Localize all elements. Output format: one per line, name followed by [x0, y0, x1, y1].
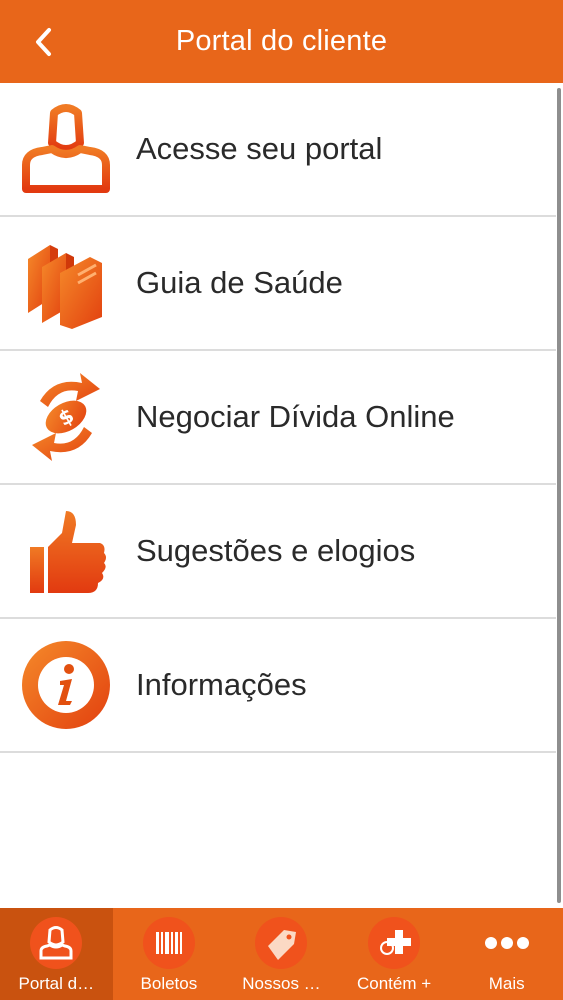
menu-item-label: Negociar Dívida Online: [136, 399, 455, 434]
menu-item-label: Informações: [136, 667, 307, 702]
barcode-icon: [142, 916, 196, 970]
tab-boletos[interactable]: Boletos: [113, 908, 226, 1000]
more-dots-icon: [480, 916, 534, 970]
menu-list: Acesse seu portal Guia de Saúde $ Negoci…: [0, 83, 556, 753]
tab-portal[interactable]: Portal d…: [0, 908, 113, 1000]
tab-contem[interactable]: Contém +: [338, 908, 451, 1000]
chevron-left-icon: [36, 28, 51, 56]
menu-item-portal[interactable]: Acesse seu portal: [0, 83, 556, 217]
menu-item-information[interactable]: Informações: [0, 619, 556, 753]
user-icon: [29, 916, 83, 970]
tab-bar: Portal d… Boletos Nossos … Contém + Mais: [0, 908, 563, 1000]
tab-label: Contém +: [356, 974, 432, 993]
back-button[interactable]: [26, 22, 62, 62]
menu-item-suggestions[interactable]: Sugestões e elogios: [0, 485, 556, 619]
scrollbar[interactable]: [557, 88, 561, 903]
books-icon: [16, 233, 116, 333]
plus-icon: [367, 916, 421, 970]
info-icon: [16, 635, 116, 735]
tab-label: Mais: [488, 974, 525, 993]
menu-item-health-guide[interactable]: Guia de Saúde: [0, 217, 556, 351]
thumbs-up-icon: [16, 501, 116, 601]
header-bar: Portal do cliente: [0, 0, 563, 83]
tab-nossos[interactable]: Nossos …: [225, 908, 338, 1000]
tab-label: Boletos: [140, 974, 198, 993]
menu-item-label: Sugestões e elogios: [136, 533, 416, 568]
menu-item-label: Acesse seu portal: [136, 131, 383, 166]
tab-mais[interactable]: Mais: [450, 908, 563, 1000]
user-icon: [16, 99, 116, 199]
tab-label: Nossos …: [242, 974, 321, 993]
money-exchange-icon: $: [16, 367, 116, 467]
tag-icon: [254, 916, 308, 970]
menu-item-label: Guia de Saúde: [136, 265, 343, 300]
menu-item-negotiate-debt[interactable]: $ Negociar Dívida Online: [0, 351, 556, 485]
page-title: Portal do cliente: [175, 25, 388, 57]
tab-label: Portal d…: [18, 974, 95, 993]
